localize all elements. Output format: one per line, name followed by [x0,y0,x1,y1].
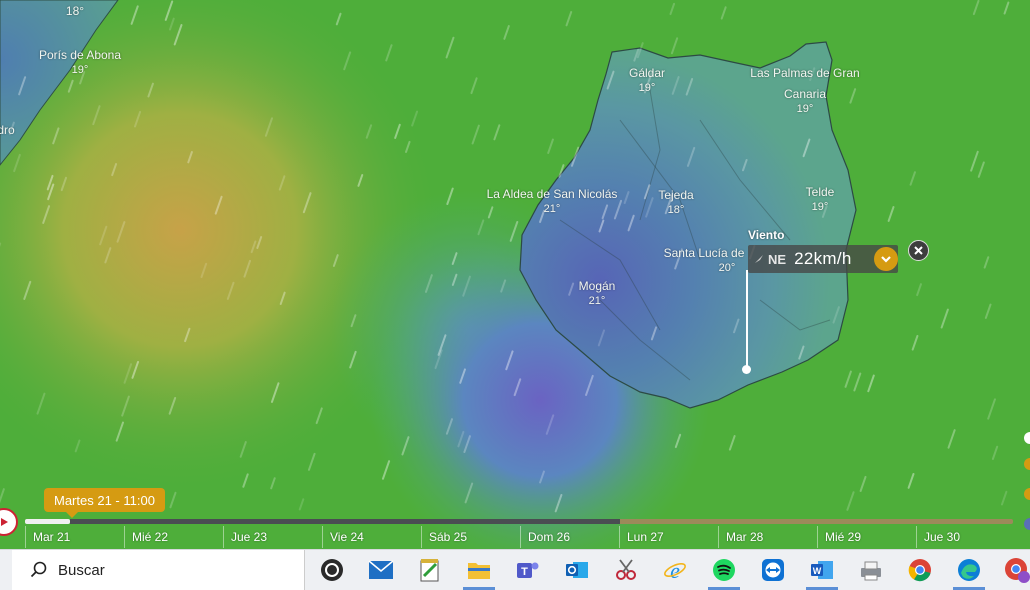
spotify-icon[interactable] [711,557,737,583]
city-label: Porís de Abona19° [39,48,121,78]
svg-text:e: e [670,558,680,582]
close-icon [914,246,923,255]
city-label: La Aldea de San Nicolás21° [487,187,618,217]
timeline-day[interactable]: Mié 29 [817,526,916,548]
picker-pin-line [746,270,748,370]
play-icon [0,517,9,527]
edge-control[interactable] [1024,432,1030,444]
outlook-icon[interactable] [564,557,590,583]
edge-icon[interactable] [956,557,982,583]
internet-explorer-icon[interactable]: e [662,557,688,583]
timeline-day[interactable]: Mié 22 [124,526,223,548]
city-label: Mogán21° [579,279,616,309]
obs-icon[interactable] [319,557,345,583]
chevron-down-icon [880,253,892,265]
city-label: Santa Lucía de20° [664,246,745,276]
notepad-icon[interactable] [417,557,443,583]
picker-pin-dot[interactable] [742,365,751,374]
edge-control[interactable] [1024,488,1030,500]
timeline-days: Mar 21 Mié 22 Jue 23 Vie 24 Sáb 25 Dom 2… [25,526,1015,548]
wind-speed: 22km/h [794,249,852,269]
svg-text:W: W [813,566,822,576]
city-label: Telde19° [806,185,835,215]
timeline-day[interactable]: Sáb 25 [421,526,520,548]
mail-icon[interactable] [368,557,394,583]
teamviewer-icon[interactable] [760,557,786,583]
search-icon [30,561,48,579]
city-label: Gáldar19° [629,66,665,96]
city-label: dro [0,123,15,138]
search-placeholder: Buscar [58,562,105,579]
teams-icon[interactable]: T [515,557,541,583]
timeline-day[interactable]: Lun 27 [619,526,718,548]
file-explorer-icon[interactable] [466,557,492,583]
city-label: Las Palmas de Gran [750,66,859,81]
picker-close-button[interactable] [908,240,929,261]
timeline-day[interactable]: Jue 30 [916,526,1015,548]
city-label: Tejeda18° [658,188,693,218]
city-label: Canaria19° [784,87,826,117]
windows-taskbar: Buscar T e W [0,549,1030,590]
timeline-day[interactable]: Vie 24 [322,526,421,548]
word-icon[interactable]: W [809,557,835,583]
chrome-profile-icon[interactable] [1004,557,1030,583]
svg-text:T: T [521,566,528,578]
picker-expand-button[interactable] [874,247,898,271]
wind-direction: NE [754,252,786,267]
snipping-icon[interactable] [613,557,639,583]
taskbar-search[interactable]: Buscar [12,550,305,590]
scanner-icon[interactable] [858,557,884,583]
wind-map[interactable]: 18° Porís de Abona19° dro Gáldar19° Las … [0,0,1030,549]
edge-control[interactable] [1024,458,1030,470]
timeline-day[interactable]: Mar 21 [25,526,124,548]
timeline-track[interactable] [70,519,620,524]
timeline-day[interactable]: Mar 28 [718,526,817,548]
wind-picker[interactable]: NE 22km/h [748,245,898,273]
wind-direction-text: NE [768,252,786,267]
timeline-current-time[interactable]: Martes 21 - 11:00 [44,488,165,512]
timeline-day[interactable]: Dom 26 [520,526,619,548]
edge-control[interactable] [1024,518,1030,530]
chrome-icon[interactable] [907,557,933,583]
city-label: 18° [66,4,84,19]
timeline-track-premium[interactable] [620,519,1013,524]
timeline-day[interactable]: Jue 23 [223,526,322,548]
timeline-elapsed[interactable] [25,519,70,524]
picker-layer-label: Viento [748,228,784,242]
wind-map-background [0,0,1030,549]
wind-arrow-icon [754,254,764,264]
